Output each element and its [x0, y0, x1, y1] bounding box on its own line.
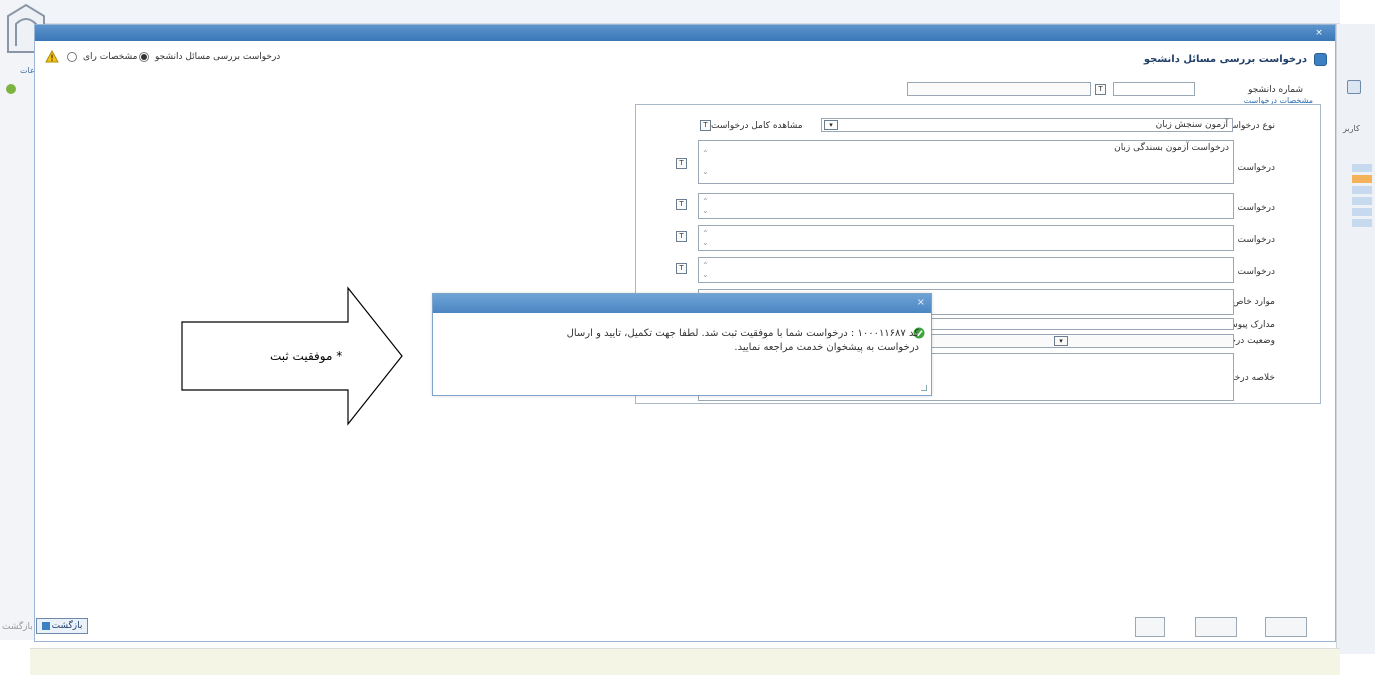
radio-student-request[interactable]	[139, 52, 149, 62]
top-background-strip	[30, 0, 1340, 24]
main-titlebar: ×	[35, 25, 1335, 41]
third-request-textarea[interactable]: ⌃ ⌄	[698, 225, 1234, 251]
chevron-down-icon: ▾	[824, 120, 838, 130]
second-request-t-button[interactable]: T	[676, 199, 687, 210]
radio-specs[interactable]	[67, 52, 77, 62]
toolbar-button-2[interactable]	[1195, 617, 1237, 637]
back-button[interactable]: بازگشت	[36, 618, 88, 634]
scroll-arrows-icon[interactable]: ⌃ ⌄	[702, 197, 709, 215]
page-title: درخواست بررسی مسائل دانشجو	[1143, 54, 1307, 65]
close-icon[interactable]: ×	[1313, 27, 1325, 39]
scroll-arrows-icon[interactable]: ⌃ ⌄	[702, 261, 709, 279]
chevron-down-icon: ▾	[1054, 336, 1068, 346]
scroll-arrows-icon[interactable]: ⌃ ⌄	[702, 229, 709, 247]
request-type-select[interactable]: ▾ آزمون سنجش زبان	[821, 118, 1233, 132]
radio-specs-label: مشخصات رای	[83, 52, 138, 62]
back-faded-label: بازگشت	[2, 622, 33, 632]
student-search-button[interactable]: T	[1095, 84, 1106, 95]
second-request-textarea[interactable]: ⌃ ⌄	[698, 193, 1234, 219]
fourth-request-t-button[interactable]: T	[676, 263, 687, 274]
warning-icon	[45, 49, 59, 66]
right-side-label: کاربر	[1343, 124, 1360, 133]
dialog-titlebar: ×	[433, 294, 931, 313]
radio-student-request-label: درخواست بررسی مسائل دانشجو	[155, 52, 281, 62]
third-request-t-button[interactable]: T	[676, 231, 687, 242]
toolbar-button-3[interactable]	[1265, 617, 1307, 637]
toolbar-button-1[interactable]	[1135, 617, 1165, 637]
back-icon	[41, 622, 50, 630]
student-number-input[interactable]	[1113, 82, 1195, 96]
student-number-label: شماره دانشجو	[1248, 85, 1303, 95]
right-top-icon[interactable]	[1347, 80, 1361, 94]
special-cases-label: موارد خاص	[1232, 297, 1275, 307]
full-view-button[interactable]: T	[700, 120, 711, 131]
full-view-link[interactable]: مشاهده کامل درخواست	[711, 121, 803, 131]
right-side-panel	[1336, 24, 1375, 654]
first-request-t-button[interactable]: T	[676, 158, 687, 169]
scroll-arrows-icon[interactable]: ⌃ ⌄	[702, 149, 709, 176]
right-side-menu[interactable]	[1352, 164, 1372, 264]
success-dialog: × کد ۱۰۰۰۱۱۶۸۷ : درخواست شما با موفقیت ث…	[432, 293, 932, 396]
dialog-message: کد ۱۰۰۰۱۱۶۸۷ : درخواست شما با موفقیت ثبت…	[566, 328, 919, 353]
annotation-label: * موفقیت ثبت	[270, 349, 343, 363]
bottom-strip	[30, 648, 1340, 675]
left-side-panel	[0, 0, 34, 640]
fourth-request-textarea[interactable]: ⌃ ⌄	[698, 257, 1234, 283]
close-icon[interactable]: ×	[917, 297, 925, 308]
first-request-textarea[interactable]: درخواست آزمون بسندگی زبان ⌃ ⌄	[698, 140, 1234, 184]
window-help-icon[interactable]	[1314, 53, 1327, 66]
resize-grip-icon[interactable]	[921, 385, 927, 391]
student-name-display	[907, 82, 1091, 96]
refresh-icon[interactable]	[6, 84, 16, 94]
